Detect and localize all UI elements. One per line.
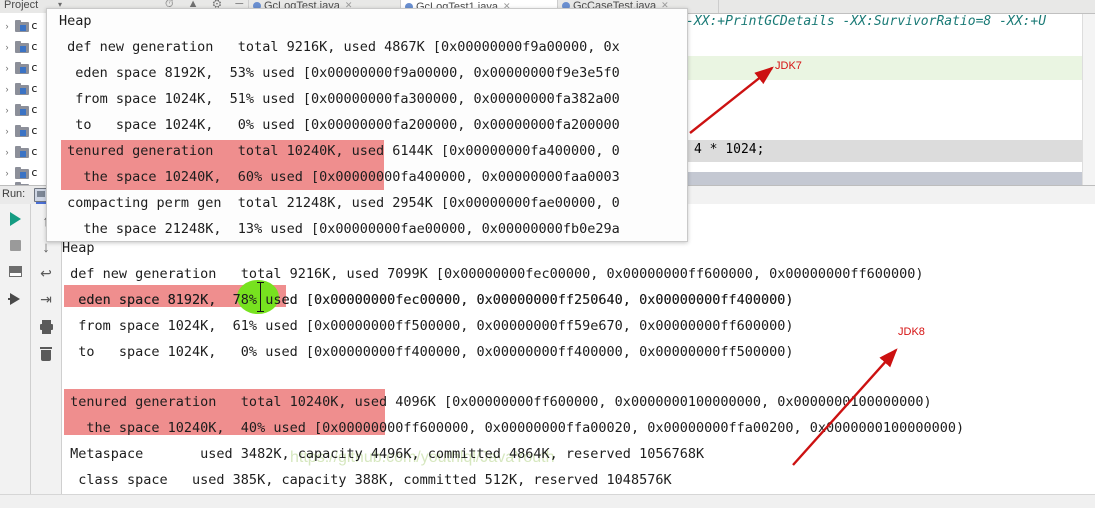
tree-item-label: c: [31, 19, 38, 32]
popup-console-line: to space 1024K, 0% used [0x00000000fa200…: [59, 117, 620, 133]
scroll-to-end-button[interactable]: ⇥: [35, 288, 57, 310]
tree-item-label: c: [31, 40, 38, 53]
printer-icon: [39, 320, 53, 334]
chevron-right-icon[interactable]: ›: [0, 126, 14, 136]
console-line: class space used 385K, capacity 388K, co…: [62, 472, 672, 488]
scroll-to-end-icon: ⇥: [40, 290, 52, 307]
chevron-right-icon[interactable]: ›: [0, 63, 14, 73]
run-tab-label: Run:: [2, 188, 26, 200]
chevron-right-icon[interactable]: ›: [0, 84, 14, 94]
console-line-overlay-eden: eden space 8192K, 78% used [0x00000000fe…: [62, 292, 794, 308]
project-tree[interactable]: ›c ›c ›c ›c ›c ›c ›c ›c ›c: [0, 13, 47, 194]
editor-code-fragment: 4 * 1024;: [694, 142, 765, 157]
tree-item[interactable]: ›c: [0, 120, 46, 141]
folder-icon: [15, 124, 30, 137]
tree-item-label: c: [31, 103, 38, 116]
run-toolbar-left: [0, 204, 31, 508]
console-line: Metaspace used 3482K, capacity 4496K, co…: [62, 446, 705, 462]
editor-scrollbar[interactable]: [1082, 13, 1095, 185]
popup-console-line: the space 10240K, 60% used [0x00000000fa…: [59, 169, 620, 185]
popup-console-line: from space 1024K, 51% used [0x00000000fa…: [59, 91, 620, 107]
editor-vm-options-comment: -XX:+PrintGCDetails -XX:SurvivorRatio=8 …: [686, 14, 1047, 29]
screen-root: -XX:+PrintGCDetails -XX:SurvivorRatio=8 …: [0, 0, 1095, 508]
soft-wrap-icon: ↩: [40, 264, 52, 281]
soft-wrap-button[interactable]: ↩: [35, 262, 57, 284]
tree-item[interactable]: ›c: [0, 36, 46, 57]
popup-console-line: tenured generation total 10240K, used 61…: [59, 143, 620, 159]
project-panel-title: Project: [4, 0, 39, 11]
popup-console-line: eden space 8192K, 53% used [0x00000000f9…: [59, 65, 620, 81]
console-line: def new generation total 9216K, used 709…: [62, 266, 924, 282]
tree-item-label: c: [31, 82, 38, 95]
clear-all-button[interactable]: [35, 344, 57, 366]
jdk7-console-popup[interactable]: Heap def new generation total 9216K, use…: [46, 8, 688, 242]
tree-item-label: c: [31, 61, 38, 74]
jdk8-annotation-label: JDK8: [898, 326, 925, 338]
folder-icon: [15, 103, 30, 116]
popup-console-line: Heap: [59, 13, 92, 29]
folder-icon: [15, 19, 30, 32]
console-line: the space 10240K, 40% used [0x00000000ff…: [62, 420, 965, 436]
tree-item[interactable]: ›c: [0, 57, 46, 78]
console-line: to space 1024K, 0% used [0x00000000ff400…: [62, 344, 794, 360]
tree-item-label: c: [31, 124, 38, 137]
folder-icon: [15, 40, 30, 53]
folder-icon: [15, 145, 30, 158]
chevron-right-icon[interactable]: ›: [0, 147, 14, 157]
stop-button[interactable]: [4, 234, 26, 256]
trash-icon: [40, 346, 52, 361]
console-line: tenured generation total 10240K, used 40…: [62, 394, 932, 410]
chevron-right-icon[interactable]: ›: [0, 21, 14, 31]
popup-console-line: compacting perm gen total 21248K, used 2…: [59, 195, 620, 211]
folder-icon: [15, 61, 30, 74]
folder-icon: [15, 82, 30, 95]
status-bar: [0, 494, 1095, 508]
text-cursor: [257, 282, 264, 312]
tree-item[interactable]: ›c: [0, 141, 46, 162]
rerun-button[interactable]: [4, 208, 26, 230]
chevron-right-icon[interactable]: ›: [0, 105, 14, 115]
pin-tab-button[interactable]: [4, 288, 26, 310]
jdk7-annotation-label: JDK7: [775, 60, 802, 72]
run-toolbar-console: ↑ ↓ ↩ ⇥: [31, 204, 62, 508]
console-line: from space 1024K, 61% used [0x00000000ff…: [62, 318, 794, 334]
tree-item[interactable]: ›c: [0, 99, 46, 120]
editor-current-line-highlight: [686, 56, 1095, 80]
tree-item[interactable]: ›c: [0, 78, 46, 99]
console-line: Heap: [62, 240, 95, 256]
run-console-output[interactable]: Heap def new generation total 9216K, use…: [62, 204, 1095, 508]
chevron-right-icon[interactable]: ›: [0, 42, 14, 52]
print-button[interactable]: [35, 316, 57, 338]
tree-item[interactable]: ›c: [0, 15, 46, 36]
popup-console-line: the space 21248K, 13% used [0x00000000fa…: [59, 221, 620, 237]
popup-console-line: def new generation total 9216K, used 486…: [59, 39, 620, 55]
tree-item-label: c: [31, 145, 38, 158]
chevron-right-icon[interactable]: ›: [0, 168, 14, 178]
toggle-tasks-button[interactable]: [4, 260, 26, 282]
